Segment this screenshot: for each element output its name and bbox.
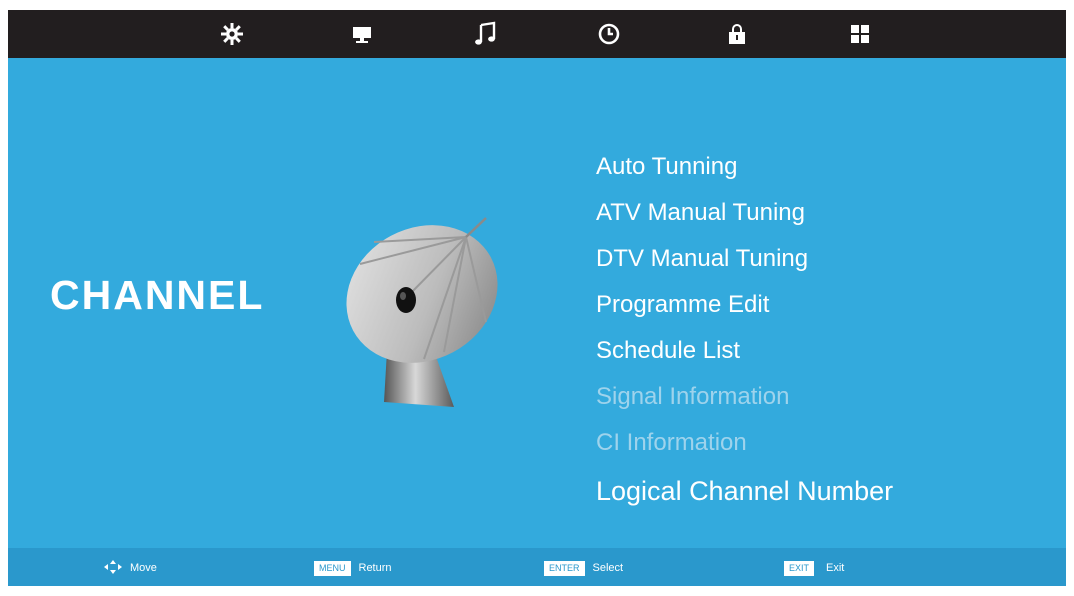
move-hint: Move [104,559,157,577]
menu-item-signal-information: Signal Information [596,383,790,410]
menu-key[interactable]: MENU [314,560,351,576]
exit-key[interactable]: EXIT [784,560,815,576]
clock-icon[interactable] [595,20,623,48]
monitor-icon[interactable] [348,20,376,48]
return-label: Return [358,562,392,574]
menu-item-ci-information: CI Information [596,429,747,456]
gear-icon[interactable] [218,20,246,48]
move-arrows-icon [104,559,122,577]
menu-item-programme-edit[interactable]: Programme Edit [596,282,893,328]
menu-item-auto-tuning[interactable]: Auto Tunning [596,144,893,190]
category-bar [8,10,1066,58]
lock-icon[interactable] [723,20,751,48]
exit-hint: EXIT Exit [784,560,844,576]
enter-key[interactable]: ENTER [544,560,585,576]
menu-item-logical-channel-number[interactable]: Logical Channel Number [596,468,893,514]
help-bar: Move MENU Return ENTER Select EXIT Exit [8,548,1066,586]
menu-item-atv-manual-tuning[interactable]: ATV Manual Tuning [596,190,893,236]
menu-item-schedule-list[interactable]: Schedule List [596,328,893,374]
page-title: CHANNEL [50,272,265,318]
tv-menu-screen: CHANNEL Auto Tunning ATV Manual Tuning D… [8,10,1066,586]
grid-icon[interactable] [846,20,874,48]
return-hint: MENU Return [314,560,392,576]
satellite-dish-icon [336,202,506,417]
select-hint: ENTER Select [544,560,623,576]
menu-item-dtv-manual-tuning[interactable]: DTV Manual Tuning [596,236,893,282]
exit-label: Exit [826,562,845,574]
move-label: Move [130,562,157,574]
music-note-icon[interactable] [471,20,499,48]
select-label: Select [592,562,624,574]
channel-menu-list: Auto Tunning ATV Manual Tuning DTV Manua… [596,144,893,514]
